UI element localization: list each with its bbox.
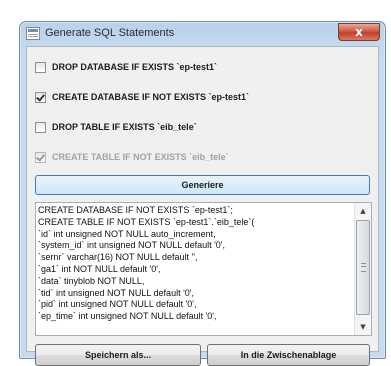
checkbox-box[interactable]: [35, 61, 46, 73]
scroll-up-arrow-icon[interactable]: ▲: [355, 203, 371, 219]
sql-text: CREATE DATABASE IF NOT EXISTS `ep-test1`…: [38, 205, 353, 333]
title-bar[interactable]: Generate SQL Statements x: [20, 22, 385, 46]
sql-line: CREATE DATABASE IF NOT EXISTS `ep-test1`…: [38, 205, 233, 215]
sql-output-textarea[interactable]: CREATE DATABASE IF NOT EXISTS `ep-test1`…: [35, 202, 372, 336]
checkbox-box: [35, 151, 46, 163]
scroll-down-arrow-icon[interactable]: ▼: [355, 319, 371, 335]
sql-document-icon: [26, 27, 40, 40]
checkbox-label: DROP TABLE IF EXISTS `eib_tele`: [52, 122, 197, 132]
sql-line: `ga1` int NOT NULL default '0',: [38, 263, 161, 274]
dialog-client-area: DROP DATABASE IF EXISTS `ep-test1` CREAT…: [26, 46, 379, 366]
checkbox-box[interactable]: [35, 121, 46, 133]
sql-line: CREATE TABLE IF NOT EXISTS `ep-test1`.`e…: [38, 216, 255, 227]
checkbox-create-table: CREATE TABLE IF NOT EXISTS `eib_tele`: [35, 149, 229, 165]
copy-to-clipboard-button[interactable]: In die Zwischenablage: [207, 344, 370, 366]
sql-line: `ep_time` int unsigned NOT NULL default …: [38, 311, 217, 322]
checkbox-label: CREATE TABLE IF NOT EXISTS `eib_tele`: [52, 152, 229, 162]
sql-line: `tid` int unsigned NOT NULL default '0',: [38, 287, 195, 298]
close-button[interactable]: x: [338, 23, 380, 41]
checkbox-box[interactable]: [35, 91, 46, 103]
scrollbar-thumb[interactable]: [356, 220, 370, 315]
window-title: Generate SQL Statements: [45, 27, 175, 39]
close-icon: x: [355, 25, 363, 39]
sql-line: `data` tinyblob NOT NULL,: [38, 275, 145, 286]
sql-line: `id` int unsigned NOT NULL auto_incremen…: [38, 228, 216, 239]
checkbox-drop-database[interactable]: DROP DATABASE IF EXISTS `ep-test1`: [35, 59, 217, 75]
sql-line: `pid` int unsigned NOT NULL default '0',: [38, 299, 197, 310]
generate-button[interactable]: Generiere: [35, 175, 370, 195]
save-as-button[interactable]: Speichern als...: [35, 344, 201, 366]
checkbox-drop-table[interactable]: DROP TABLE IF EXISTS `eib_tele`: [35, 119, 197, 135]
checkbox-label: DROP DATABASE IF EXISTS `ep-test1`: [52, 62, 218, 72]
checkbox-create-database[interactable]: CREATE DATABASE IF NOT EXISTS `ep-test1`: [35, 89, 249, 105]
sql-line: `system_id` int unsigned NOT NULL defaul…: [38, 240, 226, 251]
checkbox-label: CREATE DATABASE IF NOT EXISTS `ep-test1`: [52, 92, 250, 102]
vertical-scrollbar[interactable]: ▲ ▼: [354, 203, 371, 335]
sql-line: `sernr` varchar(16) NOT NULL default '',: [38, 252, 198, 263]
generate-sql-dialog: Generate SQL Statements x DROP DATABASE …: [19, 21, 386, 366]
grip-icon: [361, 263, 366, 272]
